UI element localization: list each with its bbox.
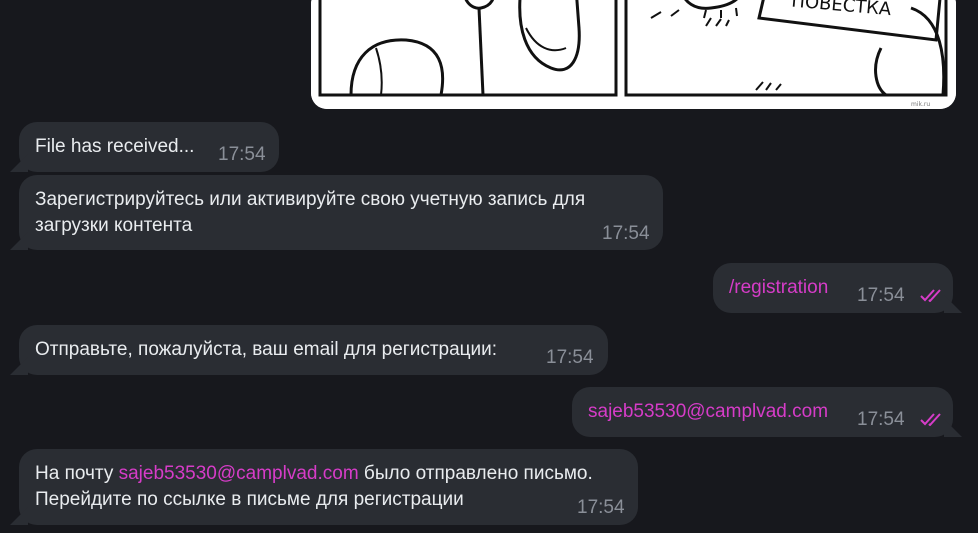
email-link[interactable]: sajeb53530@camplvad.com <box>119 463 359 484</box>
message-text: Зарегистрируйтесь или активируйте свою у… <box>35 189 586 236</box>
confirmation-suffix: было отправлено письмо. <box>358 463 593 484</box>
double-check-icon <box>920 413 941 426</box>
confirmation-prefix: На почту <box>35 463 119 484</box>
message-time: 17:54 <box>546 347 594 368</box>
svg-text:mik.ru: mik.ru <box>911 101 930 108</box>
double-check-icon <box>920 289 941 302</box>
incoming-message-register-prompt[interactable]: Зарегистрируйтесь или активируйте свою у… <box>19 175 663 250</box>
message-time: 17:54 <box>218 144 266 165</box>
message-text: File has received... <box>35 136 195 157</box>
message-text: Отправьте, пожалуйста, ваш email для рег… <box>35 339 498 360</box>
incoming-message-send-email[interactable]: Отправьте, пожалуйста, ваш email для рег… <box>19 325 608 375</box>
email-link[interactable]: sajeb53530@camplvad.com <box>588 399 828 425</box>
message-time: 17:54 <box>857 409 905 430</box>
message-time: 17:54 <box>577 497 625 518</box>
comic-image: ПОВЕСТКА mik.ru <box>311 0 956 109</box>
incoming-message-confirmation[interactable]: На почту sajeb53530@camplvad.com было от… <box>19 449 638 525</box>
message-time: 17:54 <box>857 285 905 306</box>
confirmation-line2: Перейдите по ссылке в письме для регистр… <box>35 489 464 510</box>
incoming-message-file-received[interactable]: File has received... 17:54 <box>19 122 279 172</box>
chat-area[interactable]: ПОВЕСТКА mik.ru File has received... 17:… <box>0 0 978 533</box>
comic-image-message[interactable]: ПОВЕСТКА mik.ru <box>311 0 956 109</box>
message-time: 17:54 <box>602 223 650 244</box>
message-text: На почту sajeb53530@camplvad.com было от… <box>35 461 635 513</box>
outgoing-message-email[interactable]: sajeb53530@camplvad.com 17:54 <box>572 387 953 437</box>
outgoing-message-registration-command[interactable]: /registration 17:54 <box>713 263 953 313</box>
command-link[interactable]: /registration <box>729 275 828 301</box>
